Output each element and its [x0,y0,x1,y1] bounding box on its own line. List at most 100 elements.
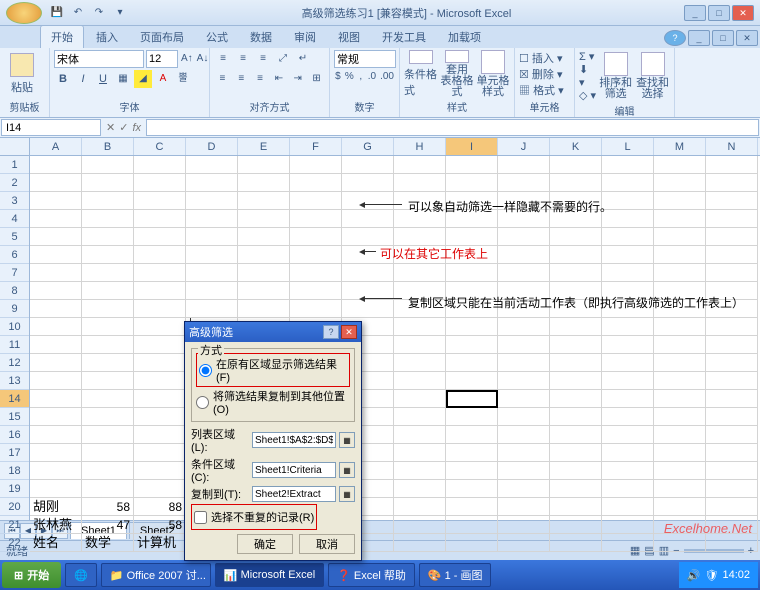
cell[interactable] [550,318,602,336]
cell[interactable] [602,228,654,246]
cell[interactable] [394,228,446,246]
cell[interactable] [82,318,134,336]
row-header[interactable]: 13 [0,372,29,390]
cell[interactable] [30,390,82,408]
cell[interactable] [602,390,654,408]
cell[interactable] [706,210,758,228]
cell[interactable] [654,264,706,282]
cell[interactable] [30,156,82,174]
cell[interactable] [446,174,498,192]
cell[interactable] [654,174,706,192]
cell[interactable] [186,282,238,300]
cell[interactable] [134,282,186,300]
font-name-select[interactable] [54,50,144,68]
cell[interactable] [134,336,186,354]
cell[interactable] [186,264,238,282]
cond-format-button[interactable]: 条件格式 [404,50,438,98]
font-size-select[interactable] [146,50,178,68]
cell[interactable] [706,174,758,192]
cell[interactable] [602,336,654,354]
cell[interactable] [30,336,82,354]
row-header[interactable]: 14 [0,390,29,408]
cell[interactable] [602,246,654,264]
italic-button[interactable]: I [74,70,92,88]
row-header[interactable]: 7 [0,264,29,282]
fill-color-button[interactable]: ◢ [134,70,152,88]
cell[interactable] [550,336,602,354]
insert-cells-button[interactable]: ☐ 插入 ▾ [519,50,570,66]
cell[interactable] [82,354,134,372]
align-left-icon[interactable]: ≡ [214,70,231,88]
wrap-text-icon[interactable]: ↵ [294,50,312,68]
cell[interactable] [238,300,290,318]
cell[interactable] [706,354,758,372]
cell[interactable] [706,156,758,174]
align-top-icon[interactable]: ≡ [214,50,232,68]
cell[interactable] [498,498,550,516]
cell[interactable] [654,228,706,246]
col-header[interactable]: I [446,138,498,155]
row-header[interactable]: 12 [0,354,29,372]
cell[interactable] [654,408,706,426]
cell[interactable] [394,516,446,534]
cell[interactable] [602,408,654,426]
tab-layout[interactable]: 页面布局 [130,26,194,48]
minimize-button[interactable]: _ [684,5,706,21]
cell[interactable] [394,372,446,390]
shrink-font-icon[interactable]: A↓ [196,50,210,68]
cell[interactable] [30,192,82,210]
cell[interactable] [550,264,602,282]
cell[interactable] [30,462,82,480]
cell[interactable] [446,318,498,336]
cell[interactable] [238,264,290,282]
cell[interactable] [394,264,446,282]
cell[interactable] [30,264,82,282]
cell[interactable] [30,444,82,462]
cell[interactable] [238,192,290,210]
cell[interactable] [82,246,134,264]
cell[interactable] [706,390,758,408]
tab-formulas[interactable]: 公式 [196,26,238,48]
close-button[interactable]: ✕ [732,5,754,21]
cell[interactable] [134,480,186,498]
cell[interactable] [498,318,550,336]
cell[interactable] [134,372,186,390]
cell[interactable] [290,228,342,246]
phonetic-button[interactable]: 뿔 [174,70,192,88]
cell[interactable] [290,264,342,282]
number-format-select[interactable] [334,50,396,68]
cell[interactable] [550,498,602,516]
cell[interactable] [290,156,342,174]
cell[interactable] [446,498,498,516]
cell[interactable] [134,192,186,210]
cell[interactable]: 数学 [82,534,134,552]
cell[interactable] [706,372,758,390]
cell[interactable] [498,480,550,498]
cell[interactable] [134,390,186,408]
indent-inc-icon[interactable]: ⇥ [289,70,306,88]
col-header[interactable]: A [30,138,82,155]
currency-icon[interactable]: $ [334,68,342,86]
cell[interactable] [550,534,602,552]
cell[interactable] [394,462,446,480]
bold-button[interactable]: B [54,70,72,88]
tab-view[interactable]: 视图 [328,26,370,48]
cell[interactable] [550,480,602,498]
cell[interactable] [602,426,654,444]
align-center-icon[interactable]: ≡ [233,70,250,88]
cell[interactable] [134,228,186,246]
cell[interactable] [30,372,82,390]
cell[interactable] [134,318,186,336]
cell[interactable] [134,426,186,444]
cell[interactable] [550,174,602,192]
cell[interactable] [602,156,654,174]
cell[interactable] [82,210,134,228]
cell[interactable]: 张林燕 [30,516,82,534]
cell[interactable] [30,210,82,228]
cell[interactable] [602,264,654,282]
cell[interactable] [186,192,238,210]
cell[interactable] [82,462,134,480]
dialog-titlebar[interactable]: 高级筛选 ? ✕ [185,322,361,342]
cell[interactable] [706,228,758,246]
cell[interactable] [134,444,186,462]
